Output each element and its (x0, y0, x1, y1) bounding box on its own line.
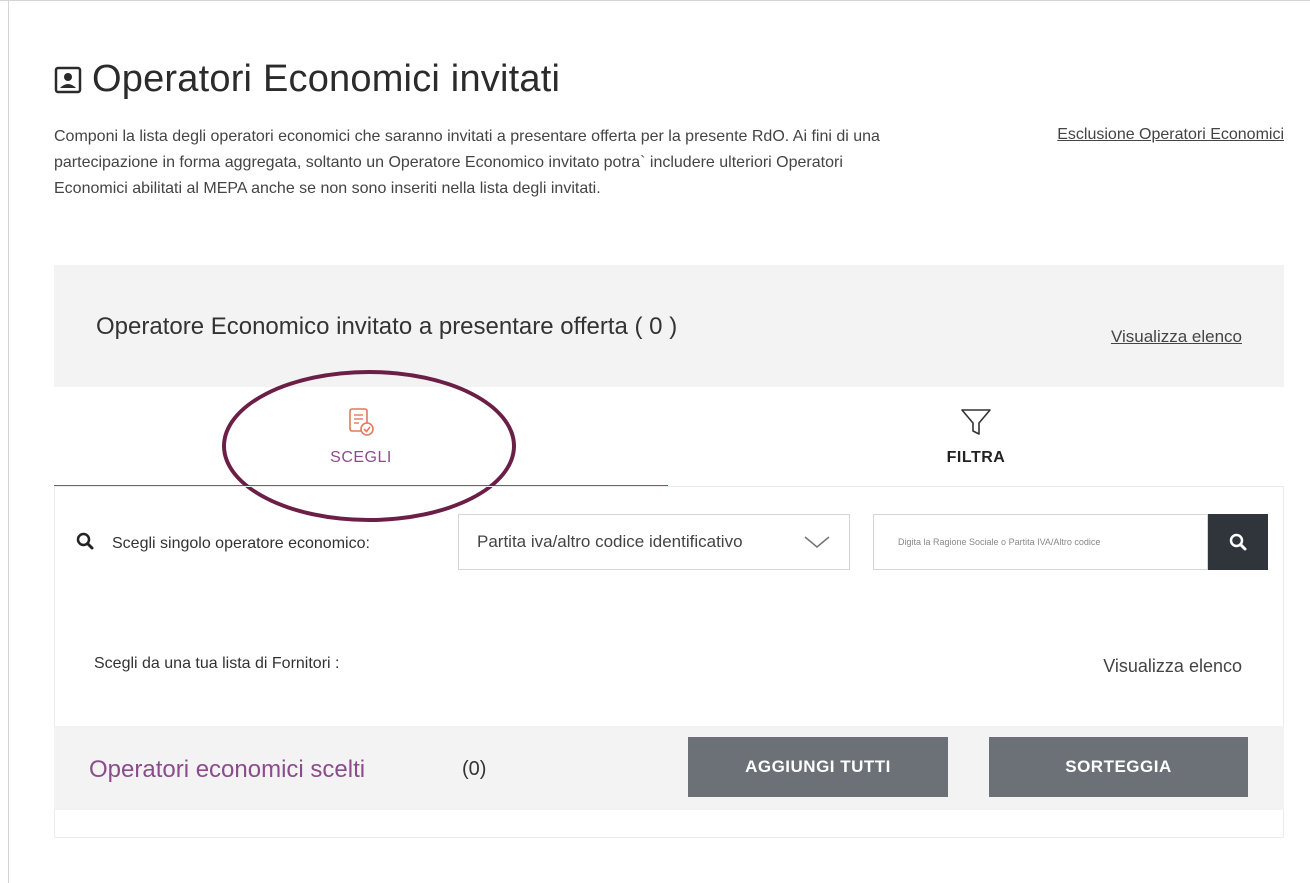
funnel-icon (961, 409, 991, 435)
invited-panel: Operatore Economico invitato a presentar… (54, 265, 1284, 387)
chosen-operators-bar: Operatori economici scelti (0) AGGIUNGI … (54, 726, 1284, 810)
exclusion-link[interactable]: Esclusione Operatori Economici (1057, 126, 1284, 144)
search-icon (76, 532, 94, 550)
invited-panel-title: Operatore Economico invitato a presentar… (96, 313, 678, 340)
identifier-type-value: Partita iva/altro codice identificativo (477, 532, 743, 551)
chosen-operators-label: Operatori economici scelti (89, 756, 366, 783)
chosen-operators-count: (0) (462, 758, 487, 780)
document-check-icon (349, 408, 374, 436)
tab-filter-label: FILTRA (946, 449, 1006, 466)
add-all-button[interactable]: AGGIUNGI TUTTI (688, 737, 948, 797)
contact-card-icon (54, 66, 82, 94)
search-icon (1229, 533, 1247, 551)
tab-filter[interactable]: FILTRA (668, 405, 1284, 485)
single-operator-text: Scegli singolo operatore economico: (112, 535, 370, 552)
frame-left-border (8, 0, 9, 883)
single-operator-label: Scegli singolo operatore economico: (76, 532, 376, 555)
page-header: Operatori Economici invitati (54, 58, 560, 101)
supplier-view-list-link[interactable]: Visualizza elenco (1103, 656, 1242, 677)
operator-search-input[interactable] (873, 514, 1208, 570)
supplier-list-label: Scegli da una tua lista di Fornitori : (94, 655, 340, 672)
tab-choose[interactable]: SCEGLI (54, 405, 668, 487)
chevron-down-icon (804, 536, 830, 549)
draw-button[interactable]: SORTEGGIA (989, 737, 1248, 797)
search-button[interactable] (1208, 514, 1268, 570)
tab-choose-label: SCEGLI (330, 449, 392, 466)
intro-text: Componi la lista degli operatori economi… (54, 128, 880, 197)
page-title: Operatori Economici invitati (92, 58, 561, 100)
invited-view-list-link[interactable]: Visualizza elenco (1111, 327, 1242, 347)
frame-top-border (0, 0, 1310, 1)
identifier-type-select[interactable]: Partita iva/altro codice identificativo (458, 514, 850, 570)
